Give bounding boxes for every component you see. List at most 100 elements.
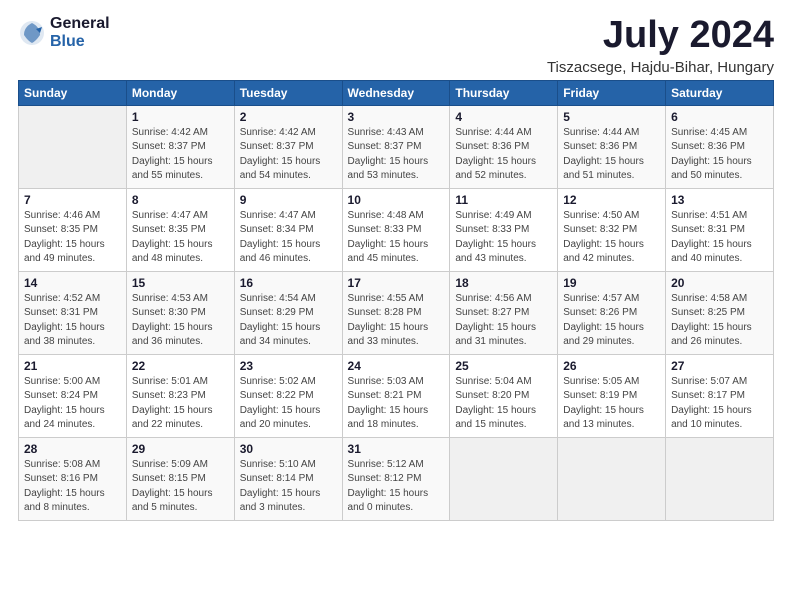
calendar-cell: 7 Sunrise: 4:46 AM Sunset: 8:35 PM Daylig… [19, 188, 127, 271]
calendar-cell: 10 Sunrise: 4:48 AM Sunset: 8:33 PM Dayli… [342, 188, 450, 271]
calendar-cell: 11Sunrise: 4:49 AM Sunset: 8:33 PM Dayli… [450, 188, 558, 271]
calendar-cell: 31Sunrise: 5:12 AM Sunset: 8:12 PM Dayli… [342, 437, 450, 520]
logo-general-text: General [50, 15, 110, 33]
col-thursday: Thursday [450, 80, 558, 105]
calendar-cell: 14Sunrise: 4:52 AM Sunset: 8:31 PM Dayli… [19, 271, 127, 354]
day-number: 20 [671, 276, 768, 290]
cell-info: Sunrise: 4:47 AM Sunset: 8:35 PM Dayligh… [132, 209, 229, 267]
day-number: 7 [24, 193, 121, 207]
day-number: 17 [348, 276, 445, 290]
cell-info: Sunrise: 5:04 AM Sunset: 8:20 PM Dayligh… [455, 375, 552, 433]
calendar-week-row: 14Sunrise: 4:52 AM Sunset: 8:31 PM Dayli… [19, 271, 774, 354]
month-year-title: July 2024 [547, 15, 774, 57]
day-number: 30 [240, 442, 337, 456]
day-number: 19 [563, 276, 660, 290]
calendar-cell: 4 Sunrise: 4:44 AM Sunset: 8:36 PM Daylig… [450, 105, 558, 188]
calendar-cell: 28 Sunrise: 5:08 AM Sunset: 8:16 PM Dayli… [19, 437, 127, 520]
calendar-cell: 18Sunrise: 4:56 AM Sunset: 8:27 PM Dayli… [450, 271, 558, 354]
calendar-cell: 29Sunrise: 5:09 AM Sunset: 8:15 PM Dayli… [126, 437, 234, 520]
cell-info: Sunrise: 4:44 AM Sunset: 8:36 PM Dayligh… [455, 126, 552, 184]
cell-info: Sunrise: 4:58 AM Sunset: 8:25 PM Dayligh… [671, 292, 768, 350]
calendar-cell: 16 Sunrise: 4:54 AM Sunset: 8:29 PM Dayli… [234, 271, 342, 354]
day-number: 5 [563, 110, 660, 124]
cell-info: Sunrise: 4:53 AM Sunset: 8:30 PM Dayligh… [132, 292, 229, 350]
day-number: 10 [348, 193, 445, 207]
calendar-cell: 30 Sunrise: 5:10 AM Sunset: 8:14 PM Dayli… [234, 437, 342, 520]
calendar-cell: 23 Sunrise: 5:02 AM Sunset: 8:22 PM Dayli… [234, 354, 342, 437]
calendar-cell: 20 Sunrise: 4:58 AM Sunset: 8:25 PM Dayli… [666, 271, 774, 354]
cell-info: Sunrise: 4:42 AM Sunset: 8:37 PM Dayligh… [240, 126, 337, 184]
day-number: 27 [671, 359, 768, 373]
col-tuesday: Tuesday [234, 80, 342, 105]
calendar-cell: 15Sunrise: 4:53 AM Sunset: 8:30 PM Dayli… [126, 271, 234, 354]
day-number: 2 [240, 110, 337, 124]
col-friday: Friday [558, 80, 666, 105]
cell-info: Sunrise: 5:05 AM Sunset: 8:19 PM Dayligh… [563, 375, 660, 433]
calendar-cell: 21 Sunrise: 5:00 AM Sunset: 8:24 PM Dayli… [19, 354, 127, 437]
cell-info: Sunrise: 4:50 AM Sunset: 8:32 PM Dayligh… [563, 209, 660, 267]
day-number: 12 [563, 193, 660, 207]
calendar-cell [450, 437, 558, 520]
calendar-cell [558, 437, 666, 520]
calendar-cell: 25 Sunrise: 5:04 AM Sunset: 8:20 PM Dayli… [450, 354, 558, 437]
cell-info: Sunrise: 5:02 AM Sunset: 8:22 PM Dayligh… [240, 375, 337, 433]
logo-icon [18, 19, 46, 47]
cell-info: Sunrise: 5:10 AM Sunset: 8:14 PM Dayligh… [240, 458, 337, 516]
day-number: 1 [132, 110, 229, 124]
cell-info: Sunrise: 5:00 AM Sunset: 8:24 PM Dayligh… [24, 375, 121, 433]
day-number: 9 [240, 193, 337, 207]
day-number: 22 [132, 359, 229, 373]
page-container: General Blue July 2024 Tiszacsege, Hajdu… [0, 0, 792, 531]
calendar-cell: 9 Sunrise: 4:47 AM Sunset: 8:34 PM Daylig… [234, 188, 342, 271]
col-sunday: Sunday [19, 80, 127, 105]
calendar-cell: 3 Sunrise: 4:43 AM Sunset: 8:37 PM Daylig… [342, 105, 450, 188]
calendar-cell: 13Sunrise: 4:51 AM Sunset: 8:31 PM Dayli… [666, 188, 774, 271]
calendar-cell: 6Sunrise: 4:45 AM Sunset: 8:36 PM Daylig… [666, 105, 774, 188]
cell-info: Sunrise: 4:44 AM Sunset: 8:36 PM Dayligh… [563, 126, 660, 184]
day-number: 11 [455, 193, 552, 207]
cell-info: Sunrise: 5:08 AM Sunset: 8:16 PM Dayligh… [24, 458, 121, 516]
cell-info: Sunrise: 5:03 AM Sunset: 8:21 PM Dayligh… [348, 375, 445, 433]
cell-info: Sunrise: 4:54 AM Sunset: 8:29 PM Dayligh… [240, 292, 337, 350]
calendar-cell: 19 Sunrise: 4:57 AM Sunset: 8:26 PM Dayli… [558, 271, 666, 354]
day-number: 4 [455, 110, 552, 124]
calendar-week-row: 1 Sunrise: 4:42 AM Sunset: 8:37 PM Daylig… [19, 105, 774, 188]
calendar-cell [19, 105, 127, 188]
location-subtitle: Tiszacsege, Hajdu-Bihar, Hungary [547, 59, 774, 76]
calendar-week-row: 7 Sunrise: 4:46 AM Sunset: 8:35 PM Daylig… [19, 188, 774, 271]
calendar-cell [666, 437, 774, 520]
calendar-cell: 22Sunrise: 5:01 AM Sunset: 8:23 PM Dayli… [126, 354, 234, 437]
cell-info: Sunrise: 5:07 AM Sunset: 8:17 PM Dayligh… [671, 375, 768, 433]
day-number: 14 [24, 276, 121, 290]
calendar-cell: 26Sunrise: 5:05 AM Sunset: 8:19 PM Dayli… [558, 354, 666, 437]
calendar-cell: 8 Sunrise: 4:47 AM Sunset: 8:35 PM Daylig… [126, 188, 234, 271]
calendar-header-row: Sunday Monday Tuesday Wednesday Thursday… [19, 80, 774, 105]
day-number: 28 [24, 442, 121, 456]
cell-info: Sunrise: 4:43 AM Sunset: 8:37 PM Dayligh… [348, 126, 445, 184]
logo: General Blue [18, 15, 110, 50]
day-number: 16 [240, 276, 337, 290]
header: General Blue July 2024 Tiszacsege, Hajdu… [18, 15, 774, 76]
cell-info: Sunrise: 4:42 AM Sunset: 8:37 PM Dayligh… [132, 126, 229, 184]
day-number: 21 [24, 359, 121, 373]
calendar-table: Sunday Monday Tuesday Wednesday Thursday… [18, 80, 774, 521]
day-number: 8 [132, 193, 229, 207]
title-block: July 2024 Tiszacsege, Hajdu-Bihar, Hunga… [547, 15, 774, 76]
calendar-cell: 24Sunrise: 5:03 AM Sunset: 8:21 PM Dayli… [342, 354, 450, 437]
col-monday: Monday [126, 80, 234, 105]
calendar-week-row: 28 Sunrise: 5:08 AM Sunset: 8:16 PM Dayli… [19, 437, 774, 520]
cell-info: Sunrise: 4:57 AM Sunset: 8:26 PM Dayligh… [563, 292, 660, 350]
day-number: 31 [348, 442, 445, 456]
cell-info: Sunrise: 4:45 AM Sunset: 8:36 PM Dayligh… [671, 126, 768, 184]
calendar-cell: 17Sunrise: 4:55 AM Sunset: 8:28 PM Dayli… [342, 271, 450, 354]
day-number: 3 [348, 110, 445, 124]
calendar-cell: 27 Sunrise: 5:07 AM Sunset: 8:17 PM Dayli… [666, 354, 774, 437]
day-number: 25 [455, 359, 552, 373]
calendar-cell: 12 Sunrise: 4:50 AM Sunset: 8:32 PM Dayli… [558, 188, 666, 271]
day-number: 23 [240, 359, 337, 373]
calendar-cell: 2 Sunrise: 4:42 AM Sunset: 8:37 PM Daylig… [234, 105, 342, 188]
cell-info: Sunrise: 4:48 AM Sunset: 8:33 PM Dayligh… [348, 209, 445, 267]
cell-info: Sunrise: 4:56 AM Sunset: 8:27 PM Dayligh… [455, 292, 552, 350]
cell-info: Sunrise: 4:47 AM Sunset: 8:34 PM Dayligh… [240, 209, 337, 267]
cell-info: Sunrise: 4:46 AM Sunset: 8:35 PM Dayligh… [24, 209, 121, 267]
